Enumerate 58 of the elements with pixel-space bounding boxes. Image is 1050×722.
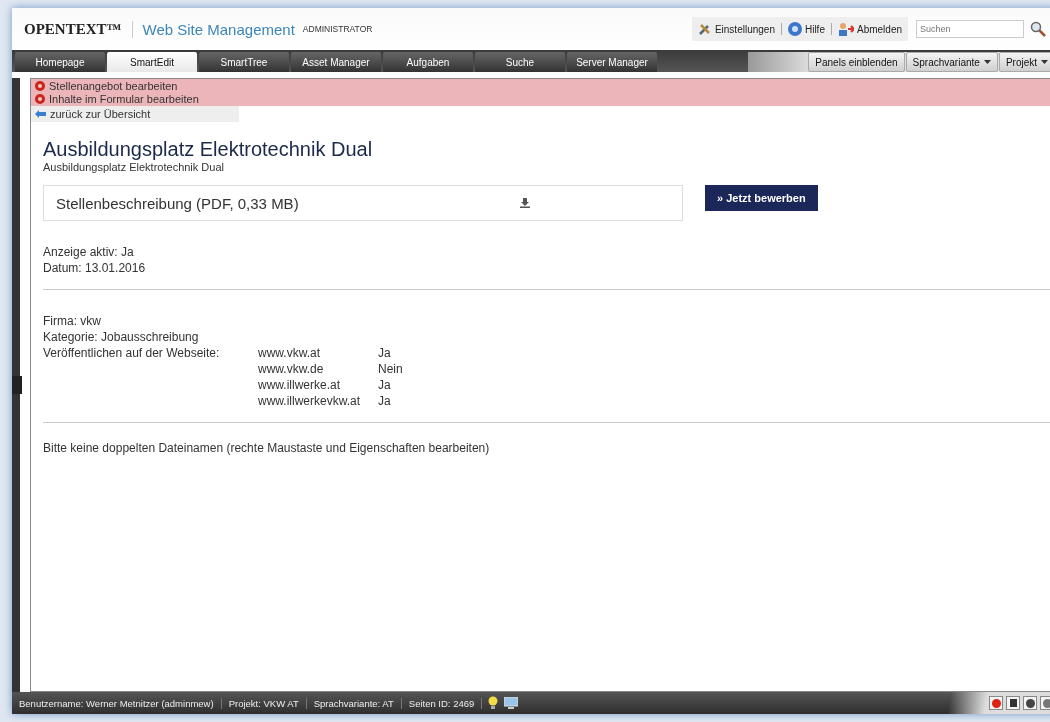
- toolbar-button[interactable]: Sprachvariante: [905, 52, 998, 72]
- note-text: Bitte keine doppelten Dateinamen (rechte Maustaste und Eigenschaften bearbeiten): [43, 441, 491, 455]
- record-button[interactable]: [989, 696, 1003, 710]
- status-text: Sprachvariante: AT: [306, 697, 402, 709]
- nav-tab[interactable]: Homepage: [15, 52, 105, 72]
- nav-tab[interactable]: SmartEdit: [107, 52, 197, 72]
- nav-tab[interactable]: Server Manager: [567, 52, 657, 72]
- page-subtitle: Ausbildungsplatz Elektrotechnik Dual: [43, 161, 225, 173]
- edit-link[interactable]: Inhalte im Formular bearbeiten: [35, 93, 1050, 105]
- download-label: Stellenbeschreibung (PDF, 0,33 MB): [56, 194, 299, 212]
- nav-tab[interactable]: Asset Manager: [291, 52, 381, 72]
- monitor-icon[interactable]: [504, 697, 519, 709]
- tool-button[interactable]: [1006, 696, 1020, 710]
- site-value: Ja: [378, 378, 392, 392]
- apply-button[interactable]: » Jetzt bewerben: [705, 185, 818, 211]
- site-value: Ja: [378, 346, 392, 360]
- status-text: Projekt: VKW AT: [221, 697, 307, 709]
- site-url: www.vkw.at: [258, 346, 321, 360]
- record-icon: [991, 698, 1001, 708]
- header-link[interactable]: Abmelden: [837, 22, 902, 36]
- detail-text: Firma: vkw: [43, 314, 102, 328]
- download-icon: [520, 198, 530, 208]
- brand-logo: OPENTEXT™: [24, 20, 133, 38]
- nav-tab[interactable]: SmartTree: [199, 52, 289, 72]
- search-field[interactable]: Suchen: [916, 20, 1024, 38]
- header-link[interactable]: Hilfe: [787, 22, 825, 36]
- nav-tab[interactable]: Aufgaben: [383, 52, 473, 72]
- tool-button[interactable]: [1023, 696, 1037, 710]
- user-exit-icon: [837, 22, 854, 36]
- header-link[interactable]: Einstellungen: [697, 22, 775, 36]
- site-value: Nein: [378, 362, 404, 376]
- expand-handle[interactable]: [12, 376, 22, 394]
- meta-text: Datum: 13.01.2016: [43, 261, 147, 275]
- square-icon: [1009, 699, 1017, 707]
- product-name: Web Site Management: [142, 20, 295, 38]
- site-url: www.illwerke.at: [258, 378, 342, 392]
- toolbar-button[interactable]: Panels einblenden: [808, 52, 905, 72]
- toolbar-button[interactable]: Projekt: [998, 52, 1050, 72]
- publish-label: Veröffentlichen auf der Webseite:: [43, 346, 221, 360]
- page-title: Ausbildungsplatz Elektrotechnik Dual: [43, 138, 374, 161]
- site-url: www.vkw.de: [258, 362, 325, 376]
- meta-text: Anzeige aktiv: Ja: [43, 245, 135, 259]
- site-url: www.illwerkevkw.at: [258, 394, 362, 408]
- edit-link[interactable]: Stellenangebot bearbeiten: [35, 80, 1050, 92]
- status-text: Benutzername: Werner Metnitzer (adminmew): [12, 697, 222, 709]
- back-link[interactable]: zurück zur Übersicht: [31, 106, 239, 122]
- detail-text: Kategorie: Jobausschreibung: [43, 330, 200, 344]
- nav-tab[interactable]: Suche: [475, 52, 565, 72]
- download-card[interactable]: Stellenbeschreibung (PDF, 0,33 MB): [43, 185, 683, 221]
- search-icon[interactable]: [1030, 21, 1046, 37]
- circle-icon: [1025, 698, 1035, 708]
- help-icon: [787, 22, 802, 36]
- site-value: Ja: [378, 394, 392, 408]
- tools-icon: [697, 22, 712, 36]
- user-role: ADMINISTRATOR: [302, 24, 373, 34]
- bulb-icon[interactable]: [488, 696, 499, 710]
- status-text: Seiten ID: 2469: [401, 697, 483, 709]
- arrow-left-icon: [35, 110, 46, 118]
